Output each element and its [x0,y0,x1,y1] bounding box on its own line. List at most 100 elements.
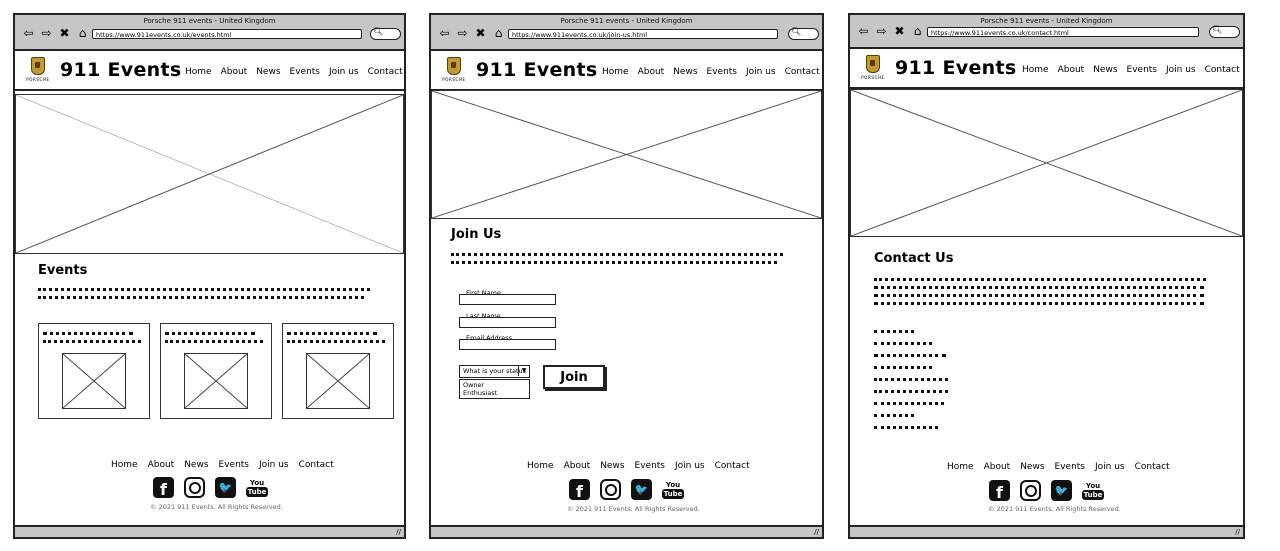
menu-item-about[interactable]: About [221,67,248,77]
menu-item-news[interactable]: News [256,67,280,77]
resize-grip-icon[interactable]: // [814,528,819,536]
footer-link-news[interactable]: News [1020,462,1044,472]
porsche-logo[interactable]: PORSCHE [25,57,51,83]
forward-icon[interactable]: ⇨ [874,24,889,38]
menu-item-news[interactable]: News [1093,65,1117,75]
main-menu: Home About News Events Join us Contact [1022,65,1240,75]
home-icon[interactable]: ⌂ [75,26,90,40]
url-text: https://www.911events.co.uk/contact.html [931,29,1069,37]
site-title[interactable]: 911 Events [895,57,1016,79]
menu-item-about[interactable]: About [638,67,665,77]
twitter-icon[interactable]: 🐦 [215,477,236,498]
footer-link-home[interactable]: Home [947,462,974,472]
address-bar[interactable]: https://www.911events.co.uk/join-us.html [508,29,778,39]
address-bar[interactable]: https://www.911events.co.uk/events.html [92,29,362,39]
status-option-enthusiast[interactable]: Enthusiast [463,389,526,397]
footer-link-about[interactable]: About [148,460,175,470]
footer-link-join-us[interactable]: Join us [1095,462,1125,472]
chevron-down-icon[interactable]: ▼ [518,366,529,376]
menu-item-join-us[interactable]: Join us [746,67,776,77]
facebook-icon[interactable]: f [569,479,590,501]
footer-link-join-us[interactable]: Join us [259,460,289,470]
youtube-icon[interactable]: You Tube [1081,480,1105,501]
body-text-placeholder [38,288,370,294]
stop-icon[interactable]: ✖ [473,26,488,40]
twitter-icon[interactable]: 🐦 [1051,480,1072,501]
window-title: Porsche 911 events - United Kingdom [560,17,693,25]
footer-menu: Home About News Events Join us Contact [527,461,750,471]
menu-item-contact[interactable]: Contact [368,67,403,77]
wireframe-window-events: Porsche 911 events - United Kingdom ⇦ ⇨ … [13,13,406,539]
crest-icon [447,57,461,75]
menu-item-contact[interactable]: Contact [785,67,820,77]
forward-icon[interactable]: ⇨ [455,26,470,40]
menu-item-news[interactable]: News [673,67,697,77]
footer-link-home[interactable]: Home [111,460,138,470]
stop-icon[interactable]: ✖ [57,26,72,40]
menu-item-events[interactable]: Events [290,67,320,77]
email-input[interactable] [459,339,556,350]
footer-link-home[interactable]: Home [527,461,554,471]
youtube-icon[interactable]: You Tube [661,479,685,500]
twitter-icon[interactable]: 🐦 [631,479,652,500]
browser-search[interactable]: 🔍︎ [1209,25,1240,38]
menu-item-join-us[interactable]: Join us [329,67,359,77]
footer-link-join-us[interactable]: Join us [675,461,705,471]
facebook-icon[interactable]: f [153,477,174,499]
card-text-placeholder [165,332,255,338]
porsche-logo[interactable]: PORSCHE [860,55,886,81]
menu-item-about[interactable]: About [1058,65,1085,75]
menu-item-home[interactable]: Home [602,67,629,77]
footer-link-events[interactable]: Events [219,460,249,470]
footer-link-events[interactable]: Events [1055,462,1085,472]
back-icon[interactable]: ⇦ [21,26,36,40]
event-card[interactable] [282,323,394,419]
card-text-placeholder [43,332,133,338]
instagram-icon[interactable] [1020,480,1041,501]
last-name-input[interactable] [459,317,556,328]
join-button[interactable]: Join [543,365,605,389]
status-select[interactable]: What is your status ▼ [459,365,530,378]
stop-icon[interactable]: ✖ [892,24,907,38]
youtube-icon[interactable]: You Tube [245,477,269,498]
footer-link-contact[interactable]: Contact [1135,462,1170,472]
home-icon[interactable]: ⌂ [910,24,925,38]
footer-link-contact[interactable]: Contact [299,460,334,470]
status-option-owner[interactable]: Owner [463,381,526,389]
footer-link-news[interactable]: News [600,461,624,471]
instagram-lens [188,481,201,494]
menu-item-home[interactable]: Home [185,67,212,77]
event-card[interactable] [160,323,272,419]
instagram-icon[interactable] [600,479,621,500]
footer-link-about[interactable]: About [984,462,1011,472]
forward-icon[interactable]: ⇨ [39,26,54,40]
porsche-logo[interactable]: PORSCHE [441,57,467,83]
resize-grip-icon[interactable]: // [1235,528,1240,536]
menu-item-events[interactable]: Events [1127,65,1157,75]
home-icon[interactable]: ⌂ [491,26,506,40]
site-title[interactable]: 911 Events [476,59,597,81]
youtube-tube: Tube [245,486,269,497]
footer-link-events[interactable]: Events [635,461,665,471]
instagram-icon[interactable] [184,477,205,498]
first-name-input[interactable] [459,294,556,305]
search-icon: 🔍︎ [1212,25,1223,34]
site-title[interactable]: 911 Events [60,59,181,81]
menu-item-contact[interactable]: Contact [1205,65,1240,75]
footer-link-contact[interactable]: Contact [715,461,750,471]
menu-item-home[interactable]: Home [1022,65,1049,75]
back-icon[interactable]: ⇦ [437,26,452,40]
footer-link-news[interactable]: News [184,460,208,470]
youtube-you: You [665,480,681,489]
facebook-icon[interactable]: f [989,480,1010,502]
back-icon[interactable]: ⇦ [856,24,871,38]
menu-item-join-us[interactable]: Join us [1166,65,1196,75]
footer-link-about[interactable]: About [564,461,591,471]
resize-grip-icon[interactable]: // [396,528,401,536]
wireframe-window-join-us: Porsche 911 events - United Kingdom ⇦ ⇨ … [429,13,824,539]
event-card[interactable] [38,323,150,419]
address-bar[interactable]: https://www.911events.co.uk/contact.html [927,27,1199,37]
browser-search[interactable]: 🔍︎ [370,27,401,40]
menu-item-events[interactable]: Events [707,67,737,77]
browser-search[interactable]: 🔍︎ [788,27,819,40]
